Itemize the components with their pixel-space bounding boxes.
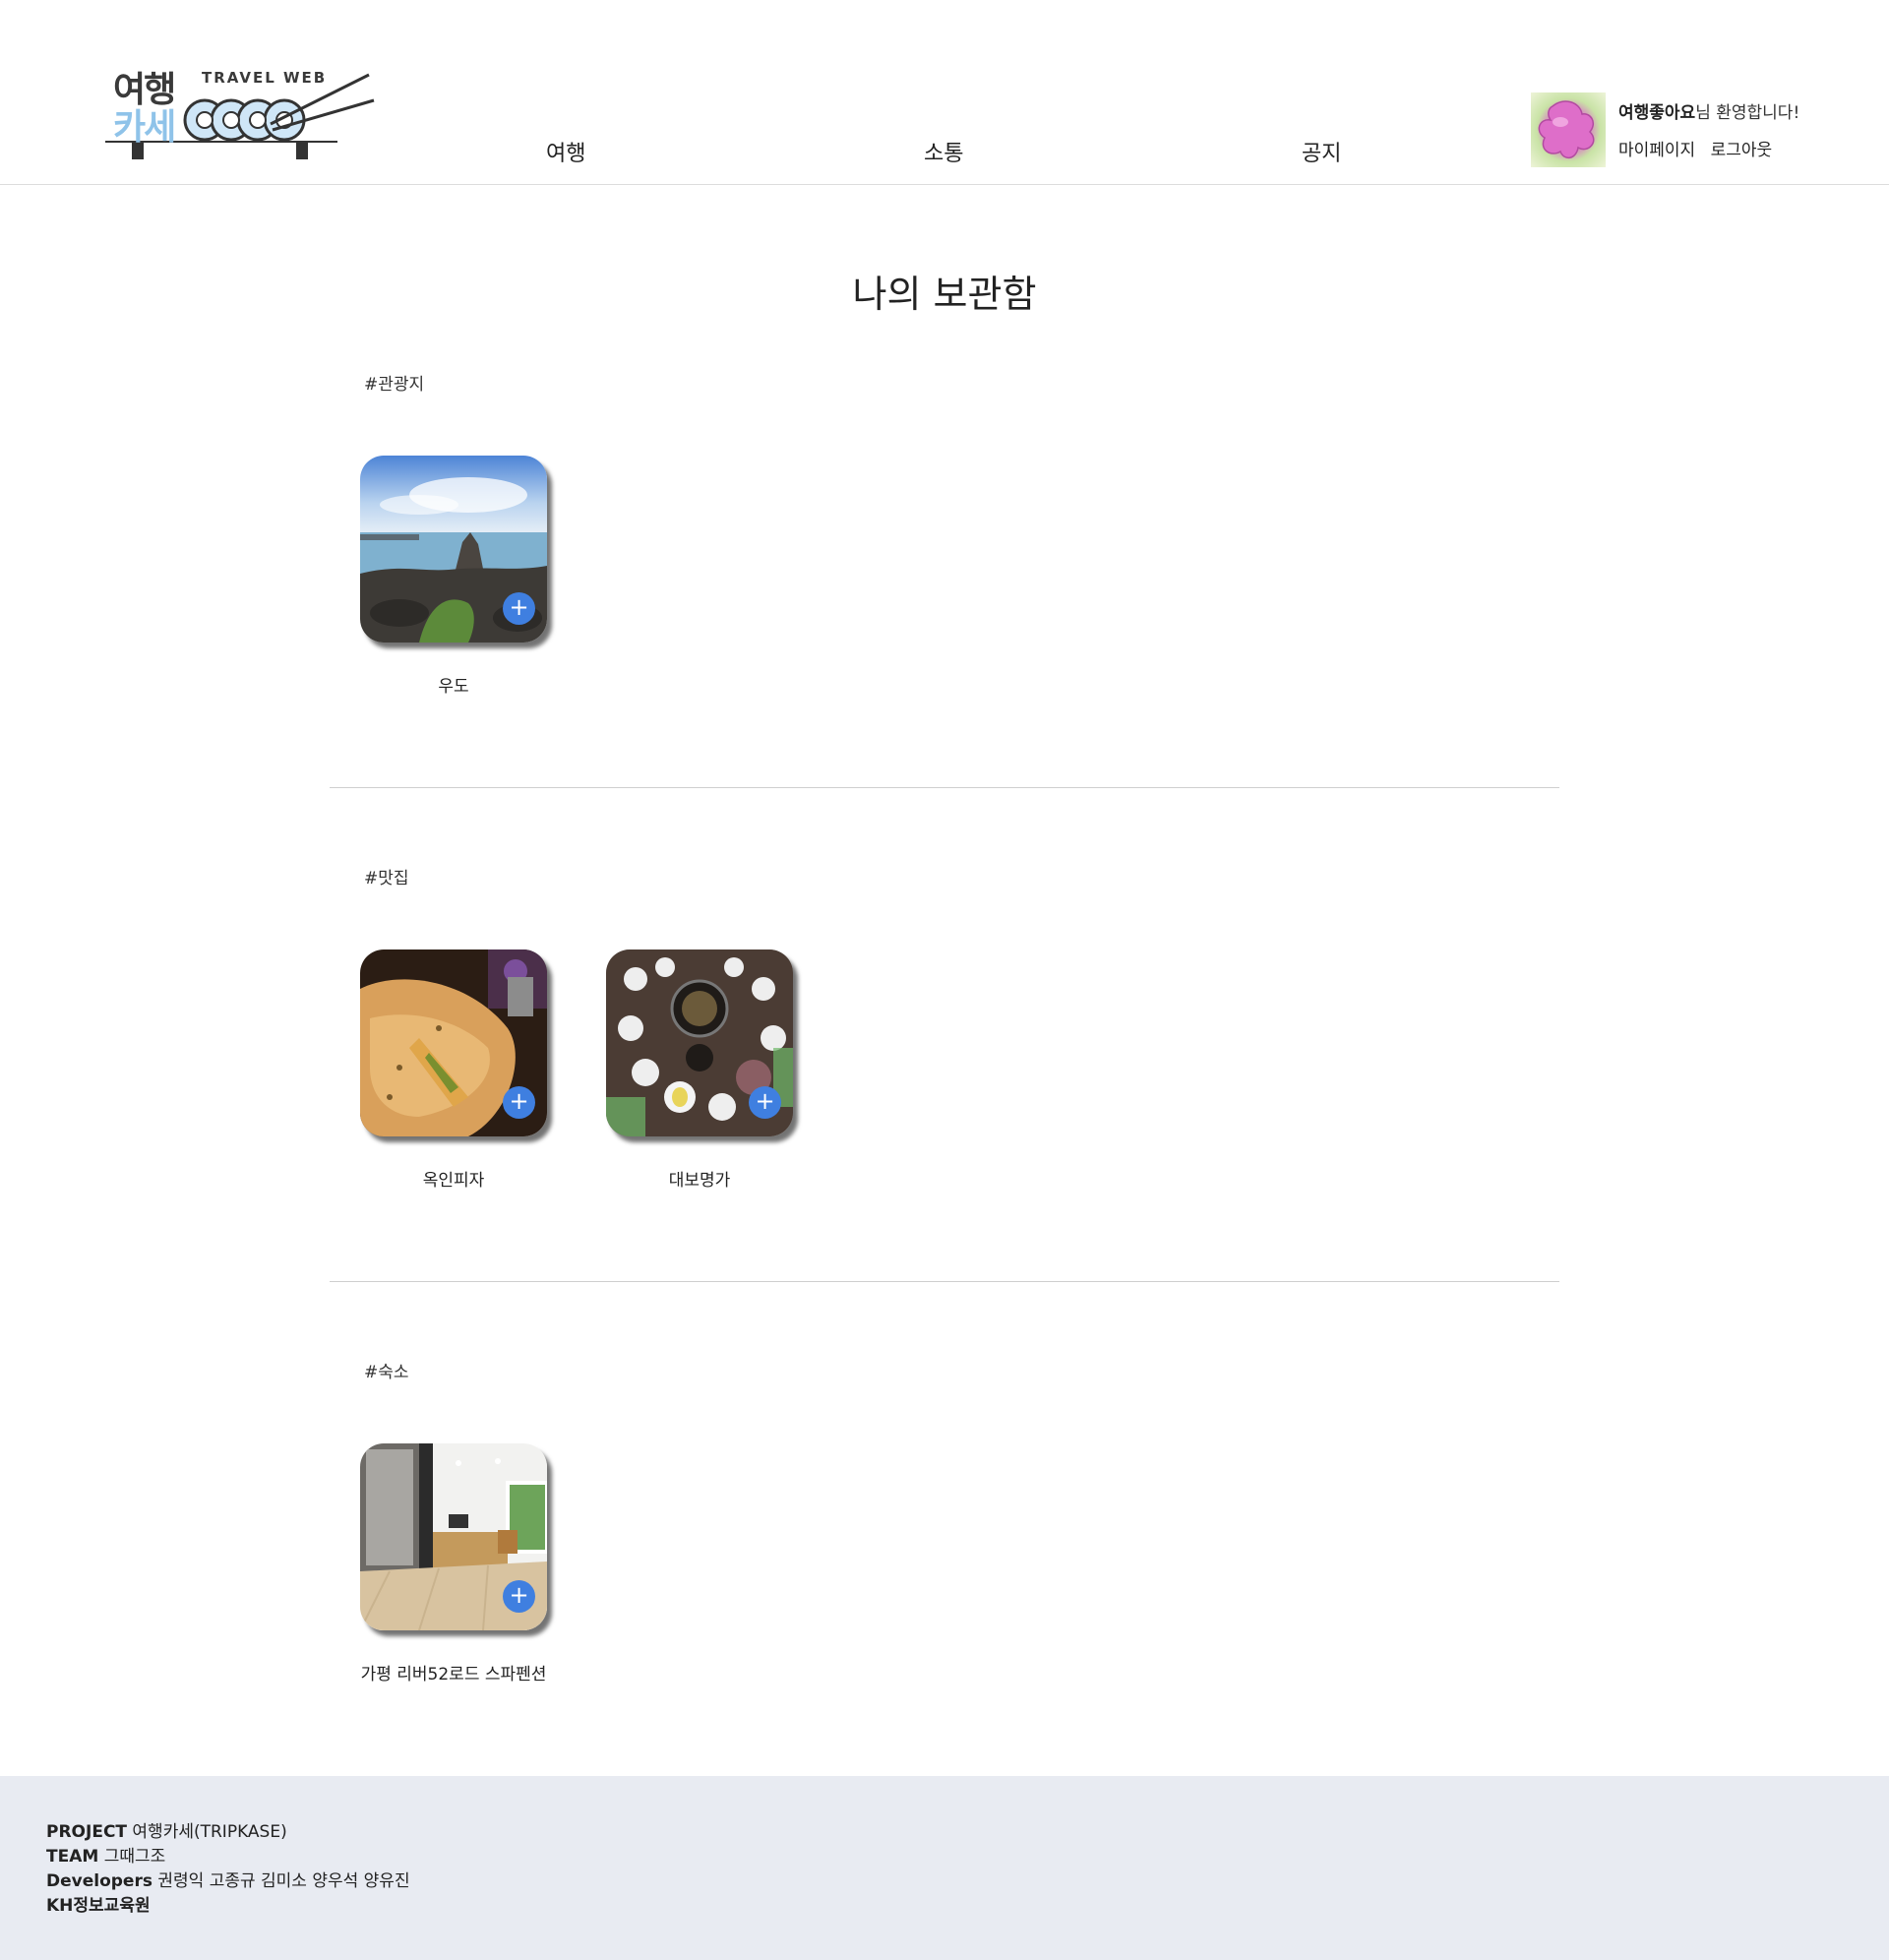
logout-link[interactable]: 로그아웃 [1711,141,1773,160]
section-divider [330,787,1559,788]
saved-item-card[interactable]: + 가평 리버52로드 스파펜션 [360,1443,547,1684]
user-links: 마이페이지 로그아웃 [1618,136,1782,160]
item-name[interactable]: 우도 [340,672,567,697]
footer-org: KH정보교육원 [46,1894,410,1919]
add-button[interactable]: + [503,1086,535,1119]
footer-dev-label: Developers [46,1871,152,1891]
item-thumbnail[interactable]: + [360,1443,547,1630]
user-box: 여행좋아요님 환영합니다! 마이페이지 로그아웃 [1531,92,1885,167]
site-header: 여행 카세 TRAVEL WEB 여행 소통 공지 여행좋아요님 환영합니다! … [0,0,1889,185]
add-button[interactable]: + [749,1086,781,1119]
item-thumbnail[interactable]: + [360,456,547,643]
site-logo[interactable]: 여행 카세 TRAVEL WEB [103,57,379,165]
saved-item-card[interactable]: + 대보명가 [606,949,793,1191]
item-thumbnail[interactable]: + [360,949,547,1136]
item-name[interactable]: 가평 리버52로드 스파펜션 [340,1660,567,1684]
footer-team-value: 그때그조 [98,1847,166,1867]
add-button[interactable]: + [503,1580,535,1613]
add-button[interactable]: + [503,592,535,625]
nav-notice[interactable]: 공지 [1302,136,1341,167]
footer-developers: Developers 권령익 고종규 김미소 양우석 양유진 [46,1869,410,1894]
welcome-text: 여행좋아요님 환영합니다! [1618,98,1799,123]
section-tag-tourist: #관광지 [364,375,425,395]
mypage-link[interactable]: 마이페이지 [1618,141,1695,160]
site-footer: PROJECT 여행카세(TRIPKASE) TEAM 그때그조 Develop… [0,1776,1889,1960]
saved-item-card[interactable]: + 옥인피자 [360,949,547,1191]
footer-project-value: 여행카세(TRIPKASE) [127,1822,287,1842]
item-name[interactable]: 대보명가 [586,1166,813,1191]
footer-dev-value: 권령익 고종규 김미소 양우석 양유진 [152,1871,410,1891]
footer-info: PROJECT 여행카세(TRIPKASE) TEAM 그때그조 Develop… [46,1820,410,1919]
avatar-image [1538,100,1595,159]
user-nickname: 여행좋아요 [1618,103,1696,123]
nav-travel[interactable]: 여행 [546,136,585,167]
avatar[interactable] [1531,92,1606,167]
welcome-suffix: 님 환영합니다! [1695,103,1800,123]
logo-text-en: TRAVEL WEB [202,69,328,87]
footer-project-label: PROJECT [46,1822,128,1842]
logo-text-bottom: 카세 [113,107,176,148]
section-tag-restaurant: #맛집 [364,869,409,888]
footer-org-name: KH정보교육원 [46,1896,151,1916]
footer-team: TEAM 그때그조 [46,1845,410,1869]
section-divider [330,1281,1559,1282]
saved-item-card[interactable]: + 우도 [360,456,547,697]
item-name[interactable]: 옥인피자 [340,1166,567,1191]
footer-project: PROJECT 여행카세(TRIPKASE) [46,1820,410,1845]
item-thumbnail[interactable]: + [606,949,793,1136]
footer-team-label: TEAM [46,1847,99,1867]
page-title: 나의 보관함 [852,273,1037,316]
nav-community[interactable]: 소통 [924,136,963,167]
section-tag-lodging: #숙소 [364,1363,409,1382]
